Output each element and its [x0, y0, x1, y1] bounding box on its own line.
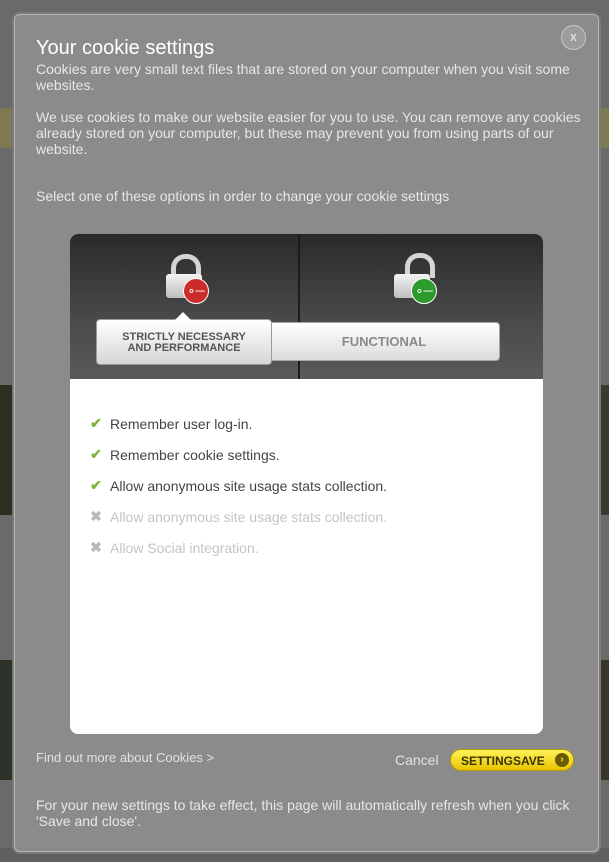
instruction-text: Select one of these options in order to … [36, 188, 450, 204]
feature-list: ✔ Remember user log-in. ✔ Remember cooki… [88, 415, 388, 571]
list-item: ✖ Allow anonymous site usage stats colle… [88, 508, 388, 540]
save-button[interactable]: SETTINGSAVE › [450, 749, 574, 771]
cancel-button[interactable]: Cancel [395, 752, 439, 768]
modal-title: Your cookie settings [36, 37, 215, 59]
feature-label: Allow anonymous site usage stats collect… [110, 509, 388, 525]
feature-label: Remember user log-in. [110, 416, 253, 432]
list-item: ✖ Allow Social integration. [88, 539, 387, 571]
checkmark-icon: ✔ [90, 477, 102, 493]
red-key-icon: ∘─ [183, 278, 209, 304]
cookie-options-panel: ∘─ ∘─ FUNCTIONAL STRICTLY NECESSARY AND … [70, 234, 543, 734]
usage-text: We use cookies to make our website easie… [36, 109, 581, 157]
locked-padlock-icon: ∘─ [166, 254, 212, 304]
chevron-right-icon: › [555, 753, 569, 767]
feature-label: Allow Social integration. [110, 540, 259, 556]
unlocked-padlock-icon: ∘─ [394, 253, 440, 304]
refresh-note: For your new settings to take effect, th… [36, 797, 570, 829]
intro-text: Cookies are very small text files that a… [36, 61, 570, 93]
list-item: ✔ Remember cookie settings. [88, 446, 387, 478]
cross-icon: ✖ [90, 508, 102, 524]
checkmark-icon: ✔ [90, 446, 102, 462]
feature-label: Allow anonymous site usage stats collect… [110, 478, 388, 494]
functional-option-button[interactable]: FUNCTIONAL [268, 322, 500, 361]
save-button-label: SETTINGSAVE [461, 754, 545, 768]
cross-icon: ✖ [90, 539, 102, 555]
functional-option-label: FUNCTIONAL [341, 334, 427, 349]
strict-option-label-line2: AND PERFORMANCE [127, 342, 241, 354]
feature-label: Remember cookie settings. [110, 447, 280, 463]
checkmark-icon: ✔ [90, 415, 102, 431]
find-out-more-link[interactable]: Find out more about Cookies > [36, 750, 214, 765]
list-item: ✔ Remember user log-in. [88, 415, 387, 447]
options-header: ∘─ ∘─ FUNCTIONAL STRICTLY NECESSARY AND … [70, 234, 543, 379]
strictly-necessary-option-button[interactable]: STRICTLY NECESSARY AND PERFORMANCE [96, 312, 272, 365]
close-button[interactable]: x [561, 25, 586, 50]
green-key-icon: ∘─ [411, 278, 437, 304]
list-item: ✔ Allow anonymous site usage stats colle… [88, 477, 388, 509]
